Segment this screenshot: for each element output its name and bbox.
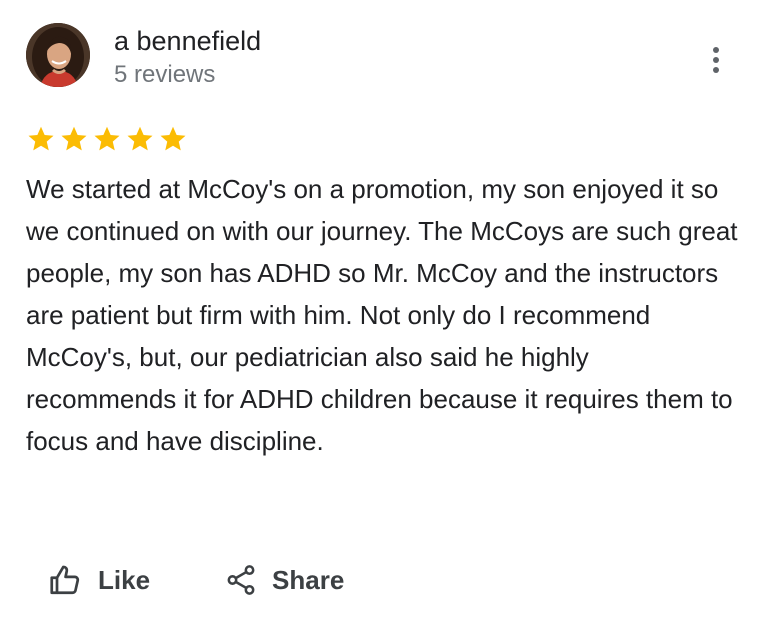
more-options-button[interactable]: [700, 40, 732, 80]
share-icon: [227, 565, 255, 595]
avatar-photo: [26, 23, 90, 87]
thumb-up-icon: [50, 565, 80, 595]
star-icon: [94, 126, 120, 151]
reviewer-review-count: 5 reviews: [114, 61, 216, 88]
review-text: We started at McCoy's on a promotion, my…: [26, 174, 738, 456]
share-button[interactable]: Share: [224, 556, 344, 604]
share-label: Share: [272, 564, 345, 595]
like-label: Like: [98, 564, 151, 595]
like-button[interactable]: Like: [48, 556, 150, 604]
star-icon: [28, 126, 54, 151]
star-rating: [26, 124, 188, 154]
star-icon: [61, 126, 87, 151]
star-icon: [160, 126, 186, 151]
review-actions: Like Share: [48, 556, 344, 604]
reviewer-name[interactable]: a bennefield: [114, 24, 261, 58]
avatar[interactable]: [26, 23, 90, 87]
more-vert-icon: [713, 47, 719, 73]
star-icon: [127, 126, 153, 151]
